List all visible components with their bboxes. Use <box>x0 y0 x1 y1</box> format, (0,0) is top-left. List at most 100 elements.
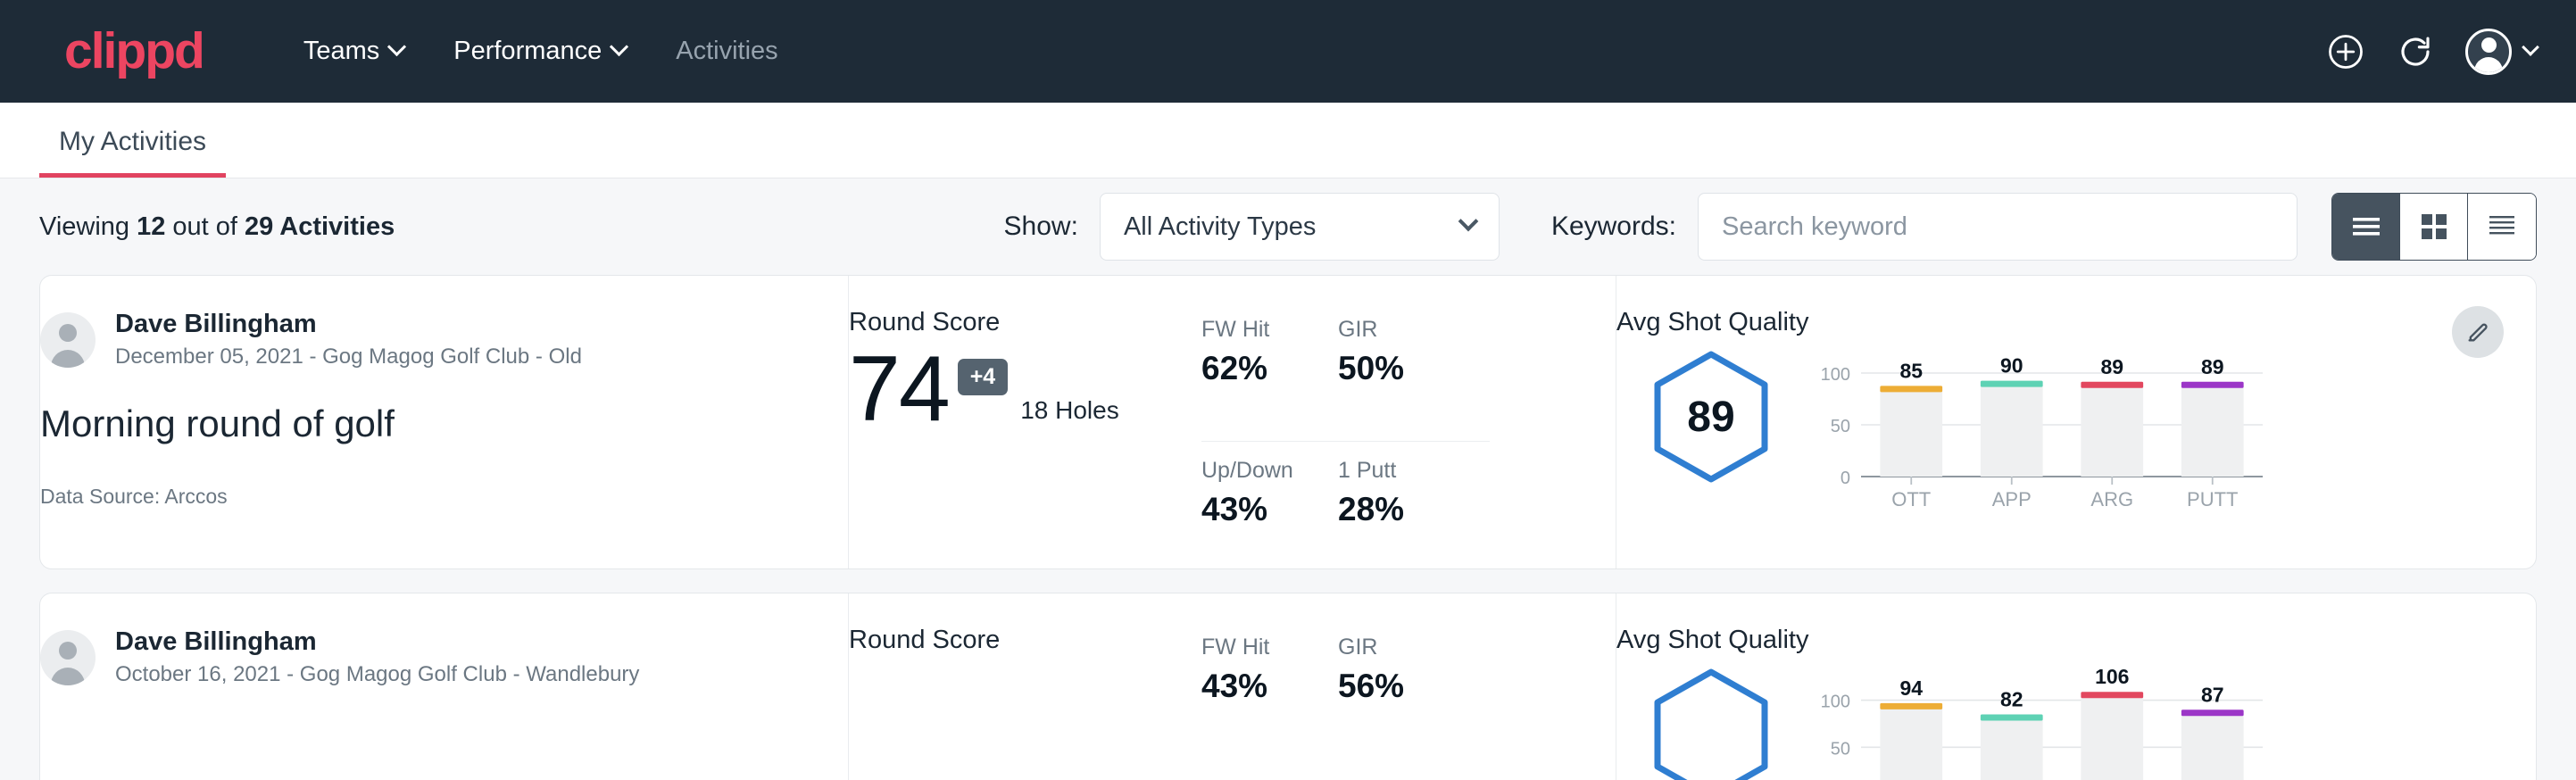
round-score-column: Round Score 74 +4 18 Holes FW Hit 62% GI… <box>848 276 1616 568</box>
svg-text:89: 89 <box>2100 355 2123 378</box>
activity-meta: October 16, 2021 - Gog Magog Golf Club -… <box>115 660 639 689</box>
svg-text:100: 100 <box>1821 693 1850 712</box>
svg-text:89: 89 <box>2201 355 2224 378</box>
activity-card[interactable]: Dave Billingham October 16, 2021 - Gog M… <box>39 593 2537 780</box>
svg-text:100: 100 <box>1821 365 1850 385</box>
clippd-logo[interactable]: clippd <box>64 26 204 77</box>
viewing-total: 29 Activities <box>245 212 395 241</box>
activity-user-name: Dave Billingham <box>115 626 639 658</box>
activity-info-column: Dave Billingham December 05, 2021 - Gog … <box>40 276 848 568</box>
avatar <box>40 630 96 685</box>
stat-gir: GIR 50% <box>1338 317 1490 442</box>
avatar-body-icon <box>51 350 85 368</box>
chevron-down-icon <box>1458 212 1479 232</box>
refresh-button[interactable] <box>2396 32 2435 71</box>
stat-up-down-label: Up/Down <box>1201 458 1308 484</box>
svg-text:94: 94 <box>1899 676 1923 700</box>
filter-controls: Show: All Activity Types Keywords: Searc… <box>1004 193 2537 261</box>
stat-fw-hit-value: 43% <box>1201 668 1308 705</box>
list-view-icon <box>2350 215 2382 238</box>
svg-text:90: 90 <box>2000 354 2023 378</box>
filter-bar: Viewing 12 out of 29 Activities Show: Al… <box>0 178 2576 275</box>
activity-type-select[interactable]: All Activity Types <box>1100 193 1500 261</box>
avatar-body-icon <box>2474 57 2503 72</box>
stat-gir-label: GIR <box>1338 635 1459 660</box>
tab-my-activities-label: My Activities <box>59 127 206 156</box>
holes-played: 18 Holes <box>1020 396 1119 425</box>
svg-text:0: 0 <box>1841 469 1850 488</box>
viewing-count: 12 <box>137 212 165 241</box>
avatar <box>40 312 96 368</box>
view-mode-toggle <box>2331 193 2537 261</box>
bar-chart-svg: 05010094OTT82APP106ARG87PUTT <box>1806 668 2270 780</box>
quality-score-value: 89 <box>1652 350 1770 484</box>
stat-fw-hit-label: FW Hit <box>1201 317 1308 343</box>
stat-gir-value: 50% <box>1338 350 1459 387</box>
avg-shot-quality-row: 05010094OTT82APP106ARG87PUTT <box>1616 668 2536 780</box>
round-score-block: Round Score <box>849 626 1201 780</box>
quality-hexagon-wrap <box>1616 668 1806 780</box>
round-score-row: 74 +4 18 Holes <box>849 343 1201 436</box>
add-button[interactable] <box>2326 32 2365 71</box>
search-placeholder: Search keyword <box>1722 212 1907 242</box>
nav-actions <box>2326 29 2537 75</box>
avatar-head-icon <box>2481 37 2497 53</box>
avg-shot-quality-column: Avg Shot Quality 89 05010085OTT90APP89AR… <box>1616 276 2536 568</box>
svg-text:OTT: OTT <box>1891 488 1931 510</box>
edit-activity-button[interactable] <box>2452 306 2504 358</box>
show-label: Show: <box>1004 212 1078 242</box>
compact-view-icon <box>2487 214 2517 239</box>
svg-text:ARG: ARG <box>2090 488 2133 510</box>
avg-shot-quality-label: Avg Shot Quality <box>1616 308 2536 337</box>
activity-user-name: Dave Billingham <box>115 308 582 340</box>
pencil-icon <box>2465 319 2490 344</box>
search-input[interactable]: Search keyword <box>1698 193 2298 261</box>
avatar-body-icon <box>51 668 85 685</box>
tab-my-activities[interactable]: My Activities <box>39 127 226 178</box>
quality-hexagon: 89 <box>1652 350 1770 484</box>
chevron-down-icon <box>387 37 406 56</box>
round-score-label: Round Score <box>849 308 1201 337</box>
stat-fw-hit: FW Hit 62% <box>1201 317 1338 442</box>
avg-shot-quality-row: 89 05010085OTT90APP89ARG89PUTT <box>1616 350 2536 512</box>
user-menu[interactable] <box>2465 29 2537 75</box>
tab-bar: My Activities <box>0 103 2576 178</box>
chevron-down-icon <box>2522 38 2539 56</box>
activity-type-value: All Activity Types <box>1124 212 1461 242</box>
activity-user-header: Dave Billingham October 16, 2021 - Gog M… <box>40 626 848 690</box>
bar-chart-svg: 05010085OTT90APP89ARG89PUTT <box>1806 350 2270 512</box>
list-view-button[interactable] <box>2332 194 2400 260</box>
activity-card-list: Dave Billingham December 05, 2021 - Gog … <box>0 275 2576 780</box>
score-to-par-badge: +4 <box>958 359 1009 395</box>
compact-view-button[interactable] <box>2468 194 2536 260</box>
quality-score-value <box>1652 668 1770 780</box>
keywords-label: Keywords: <box>1551 212 1676 242</box>
primary-nav: Teams Performance Activities <box>278 28 803 75</box>
nav-item-performance[interactable]: Performance <box>428 28 651 75</box>
avg-shot-quality-column: Avg Shot Quality 05010094OTT82APP106ARG8… <box>1616 593 2536 780</box>
round-stats-grid: FW Hit 43% GIR 56% <box>1201 635 1490 780</box>
grid-view-button[interactable] <box>2400 194 2468 260</box>
svg-text:APP: APP <box>1992 488 2032 510</box>
round-score-block: Round Score 74 +4 18 Holes <box>849 308 1201 568</box>
shot-quality-chart: 05010085OTT90APP89ARG89PUTT <box>1806 350 2270 512</box>
chevron-down-icon <box>610 37 628 56</box>
svg-text:82: 82 <box>2000 688 2023 711</box>
stat-one-putt-value: 28% <box>1338 491 1459 528</box>
avatar[interactable] <box>2465 29 2512 75</box>
stat-one-putt-label: 1 Putt <box>1338 458 1459 484</box>
viewing-middle: out of <box>165 212 245 241</box>
top-navigation-bar: clippd Teams Performance Activities <box>0 0 2576 103</box>
nav-item-teams[interactable]: Teams <box>278 28 428 75</box>
stat-up-down: Up/Down 43% <box>1201 442 1338 569</box>
activity-info-column: Dave Billingham October 16, 2021 - Gog M… <box>40 593 848 780</box>
nav-item-activities[interactable]: Activities <box>651 28 802 75</box>
activity-card[interactable]: Dave Billingham December 05, 2021 - Gog … <box>39 275 2537 569</box>
svg-text:50: 50 <box>1831 739 1850 759</box>
nav-item-teams-label: Teams <box>303 37 379 66</box>
stat-up-down-value: 43% <box>1201 491 1308 528</box>
stat-fw-hit: FW Hit 43% <box>1201 635 1338 780</box>
round-stats-grid: FW Hit 62% GIR 50% Up/Down 43% 1 Putt 28… <box>1201 317 1490 568</box>
nav-item-activities-label: Activities <box>676 37 777 66</box>
viewing-prefix: Viewing <box>39 212 137 241</box>
